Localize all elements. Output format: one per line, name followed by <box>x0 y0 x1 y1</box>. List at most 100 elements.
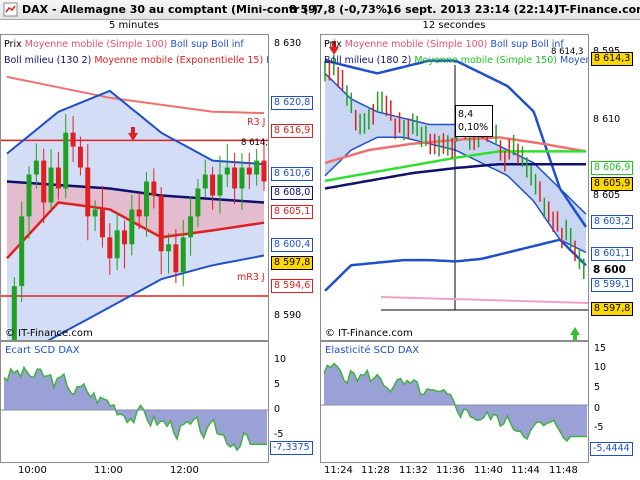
datetime: 16 sept. 2013 23:14 (22:14) <box>386 3 559 16</box>
price-tag: 8 605,1 <box>271 205 314 219</box>
candle-body <box>202 174 208 189</box>
right-y-tick: 8 605 <box>593 190 621 201</box>
legend-sma100: Moyenne mobile (Simple 100) <box>24 39 168 50</box>
candle-body <box>70 132 76 147</box>
candle-body <box>129 209 135 245</box>
candle-body <box>48 167 54 203</box>
price-tag: 8 600,4 <box>271 238 314 252</box>
price-tag: 8 620,8 <box>271 96 314 110</box>
right-y-tick: 8 600 <box>593 264 626 276</box>
candle-body <box>151 181 157 196</box>
price-tag: 8 597,8 <box>271 256 314 270</box>
crosshair-percent: 0,10% <box>458 122 489 133</box>
right-indicator-plot <box>321 362 588 442</box>
price-tag: 8 616,9 <box>271 124 314 138</box>
price-tag: 8 606,9 <box>591 161 634 175</box>
candle-body <box>114 230 120 259</box>
legend-sma100: Moyenne mobile (Simple 100) <box>344 39 488 50</box>
mr3-label: mR3 J <box>237 272 265 283</box>
left-x-label: 12:00 <box>170 465 199 476</box>
left-x-label: 10:00 <box>18 465 47 476</box>
right-copyright: © IT-Finance.com <box>325 328 413 339</box>
chart-app-icon <box>3 2 18 17</box>
price-tag: 8 605,9 <box>591 177 634 191</box>
candle-body <box>121 230 127 245</box>
candle-body <box>254 160 260 175</box>
price-tag: 8 608,0 <box>271 186 314 200</box>
candle-body <box>158 195 164 252</box>
candle-body <box>261 160 267 182</box>
left-y-tick: 8 630 <box>274 38 302 49</box>
price-tag: 8 614,3 <box>591 52 634 66</box>
left-indicator-plot <box>1 365 268 452</box>
left-ind-y-tick: 5 <box>274 379 281 390</box>
legend-boll-inf: Boll inf <box>211 39 244 50</box>
right-x-label: 11:40 <box>474 465 503 476</box>
legend-prix: Prix <box>324 39 342 50</box>
candle-body <box>239 167 245 189</box>
right-ind-last: -5,4444 <box>590 442 633 456</box>
right-indicator-chart[interactable]: Elasticité SCD DAX <box>320 341 589 463</box>
price-tag: 8 597,8 <box>591 302 634 316</box>
price-tag: 8 599,1 <box>591 278 634 292</box>
price-change: 8 597,8 (-0,73%) <box>289 3 392 16</box>
left-price-chart[interactable]: Prix Moyenne mobile (Simple 100) Boll su… <box>0 34 269 341</box>
right-x-label: 11:48 <box>549 465 578 476</box>
right-legend-row2: Boll milieu (180 2) Moyenne mobile (Simp… <box>324 55 588 67</box>
right-price-plot <box>324 41 588 340</box>
candle-body <box>92 209 98 217</box>
candle-body <box>144 181 150 217</box>
right-x-label: 11:36 <box>436 465 465 476</box>
left-indicator-chart[interactable]: Ecart SCD DAX <box>0 341 269 463</box>
price-tag: 8 601,1 <box>591 247 634 261</box>
right-price-chart[interactable]: Prix Moyenne mobile (Simple 100) Boll su… <box>320 34 589 341</box>
candle-body <box>85 167 91 217</box>
candle-body <box>195 188 201 217</box>
candle-body <box>41 160 47 203</box>
candle-body <box>232 167 238 189</box>
right-indicator-title: Elasticité SCD DAX <box>325 345 420 356</box>
candle-body <box>210 174 216 196</box>
candle-body <box>63 132 69 189</box>
candle-body <box>246 167 252 175</box>
price-tag: 8 610,6 <box>271 167 314 181</box>
left-panel-header: 5 minutes <box>108 20 160 31</box>
left-indicator-title: Ecart SCD DAX <box>5 345 80 356</box>
candle-body <box>33 160 39 175</box>
legend-sma150: Moyenne mobile (Simple 150) <box>414 55 557 66</box>
up-arrow-icon <box>570 327 580 340</box>
left-ind-y-tick: 10 <box>274 354 287 365</box>
legend-prix: Prix <box>4 39 22 50</box>
right-x-label: 11:24 <box>324 465 353 476</box>
brand: IT-Finance.com <box>555 3 640 16</box>
left-price-plot <box>1 75 268 340</box>
instrument-title: DAX - Allemagne 30 au comptant (Mini-con… <box>22 3 318 16</box>
crosshair-box: 8,4 0,10% <box>455 105 493 137</box>
right-ind-y-tick: 5 <box>594 382 601 393</box>
legend-boll-milieu: Boll milieu (180 2) <box>324 55 412 66</box>
candle-body <box>107 237 113 259</box>
right-ind-y-tick: 10 <box>594 362 607 373</box>
legend-boll-milieu: Boll milieu (130 2) <box>4 55 92 66</box>
candle-body <box>217 174 223 196</box>
right-ind-y-tick: -5 <box>594 422 604 433</box>
candle-body <box>173 244 179 273</box>
right-legend-row1: Prix Moyenne mobile (Simple 100) Boll su… <box>324 39 564 51</box>
legend-boll-sup: Boll sup <box>170 39 209 50</box>
right-x-label: 11:32 <box>399 465 428 476</box>
right-last-tick: 8 614,3 <box>551 47 584 57</box>
candle-body <box>19 216 25 287</box>
left-ind-y-tick: 0 <box>274 404 281 415</box>
legend-ema15: Moyenne mobile (Exponentielle 15) <box>94 55 264 66</box>
candle-body <box>136 209 142 217</box>
left-ind-y-tick: -5 <box>274 429 284 440</box>
candle-body <box>55 167 61 189</box>
left-last-tick: 8 614,3 <box>241 138 269 148</box>
candle-body <box>180 237 186 273</box>
right-x-label: 11:44 <box>511 465 540 476</box>
price-tag: 8 594,6 <box>271 279 314 293</box>
r3-label: R3 J <box>247 117 266 128</box>
indicator-area <box>4 367 267 451</box>
candle-body <box>99 209 105 238</box>
legend-boll-sup: Boll sup <box>490 39 529 50</box>
